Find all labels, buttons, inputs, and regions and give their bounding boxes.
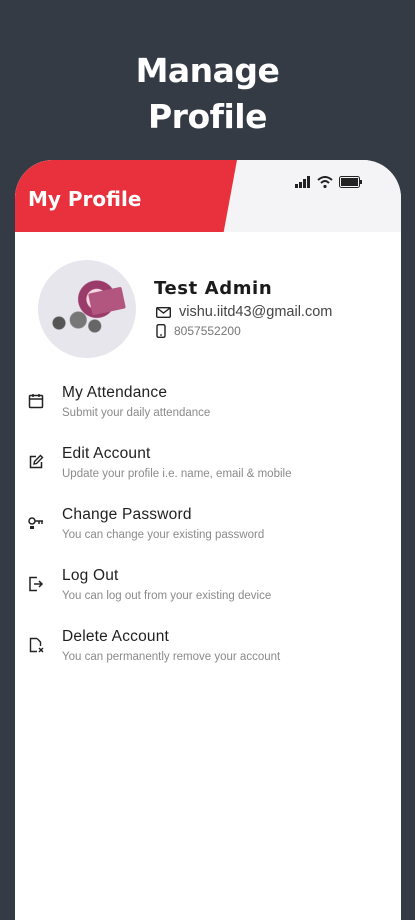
promo-line-2: Profile: [148, 97, 268, 136]
calendar-icon: [28, 394, 44, 409]
email-row: vishu.iitd43@gmail.com: [156, 304, 332, 320]
menu-item-edit-account[interactable]: Edit Account Update your profile i.e. na…: [15, 434, 401, 495]
phone-row: 8057552200: [156, 324, 241, 338]
phone-frame: My Profile Test Admin vishu.iitd43@gmail…: [15, 160, 401, 920]
wifi-icon: [317, 176, 333, 188]
logout-icon: [29, 576, 44, 592]
page-title: My Profile: [28, 187, 142, 211]
menu-item-subtitle: You can log out from your existing devic…: [62, 590, 272, 602]
menu-item-subtitle: You can permanently remove your account: [62, 651, 281, 663]
mobile-icon: [156, 324, 166, 338]
profile-phone: 8057552200: [174, 324, 241, 338]
profile-menu: My Attendance Submit your daily attendan…: [15, 373, 401, 678]
menu-item-title: Edit Account: [62, 445, 151, 462]
promo-headline: Manage Profile: [0, 48, 415, 140]
avatar[interactable]: [38, 260, 136, 358]
menu-item-subtitle: Submit your daily attendance: [62, 407, 211, 419]
delete-account-icon: [29, 637, 44, 653]
menu-item-title: Log Out: [62, 567, 119, 584]
battery-icon: [339, 176, 362, 188]
menu-item-my-attendance[interactable]: My Attendance Submit your daily attendan…: [15, 373, 401, 434]
profile-card: Test Admin vishu.iitd43@gmail.com 805755…: [38, 260, 388, 360]
menu-item-title: My Attendance: [62, 384, 168, 401]
menu-item-change-password[interactable]: Change Password You can change your exis…: [15, 495, 401, 556]
menu-item-subtitle: You can change your existing password: [62, 529, 265, 541]
signal-icon: [295, 176, 310, 188]
menu-item-title: Change Password: [62, 506, 192, 523]
profile-name: Test Admin: [154, 278, 273, 299]
mail-icon: [156, 306, 171, 318]
key-icon: [28, 517, 43, 529]
edit-icon: [29, 454, 44, 469]
menu-item-title: Delete Account: [62, 628, 170, 645]
app-bar: My Profile: [15, 160, 401, 232]
profile-email: vishu.iitd43@gmail.com: [179, 304, 333, 320]
status-bar: [295, 176, 363, 188]
menu-item-subtitle: Update your profile i.e. name, email & m…: [62, 468, 292, 480]
menu-item-log-out[interactable]: Log Out You can log out from your existi…: [15, 556, 401, 617]
menu-item-delete-account[interactable]: Delete Account You can permanently remov…: [15, 617, 401, 678]
promo-line-1: Manage: [135, 51, 280, 90]
